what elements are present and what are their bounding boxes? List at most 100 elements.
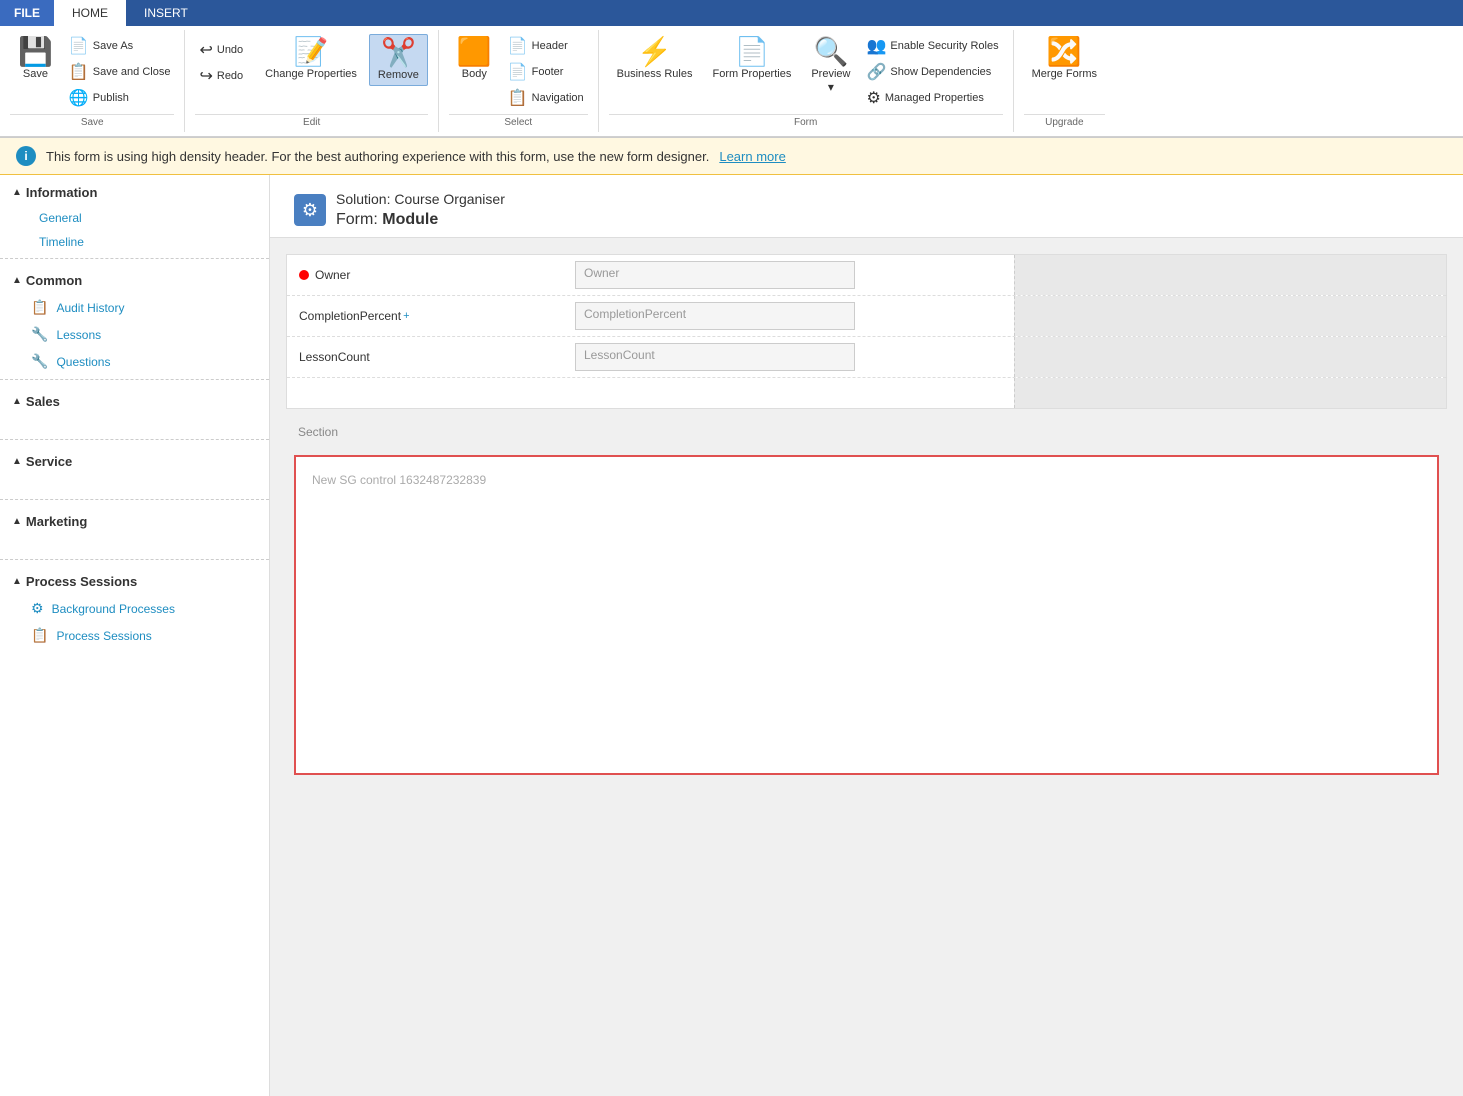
sidebar-item-background-processes[interactable]: ⚙ Background Processes <box>0 595 269 622</box>
solution-gear-icon: ⚙ <box>294 194 326 226</box>
info-message: This form is using high density header. … <box>46 149 709 164</box>
lessons-icon: 🔧 <box>31 326 48 343</box>
completion-label-cell: CompletionPercent + <box>287 296 567 336</box>
empty-extra <box>1014 378 1446 408</box>
marketing-empty <box>0 535 269 555</box>
show-dependencies-button[interactable]: 🔗 Show Dependencies <box>862 60 1002 84</box>
body-button[interactable]: 🟧 Body <box>449 34 500 84</box>
undo-button[interactable]: ↩ Undo <box>195 38 247 62</box>
sidebar-item-general[interactable]: General <box>0 206 269 230</box>
body-icon: 🟧 <box>457 38 492 66</box>
remove-label: Remove <box>378 69 419 81</box>
sidebar-section-information: Information General Timeline <box>0 175 269 254</box>
lessoncount-field[interactable]: LessonCount <box>575 343 855 371</box>
dependencies-icon: 🔗 <box>866 62 886 82</box>
form-canvas: Owner Owner CompletionPercent + Completi… <box>270 238 1463 799</box>
questions-icon: 🔧 <box>31 353 48 370</box>
enable-security-roles-button[interactable]: 👥 Enable Security Roles <box>862 34 1002 58</box>
sidebar-section-common-header[interactable]: Common <box>0 263 269 294</box>
remove-icon: ✂️ <box>381 39 416 67</box>
upgrade-group-items: 🔀 Merge Forms <box>1024 34 1105 110</box>
divider-1 <box>0 258 269 259</box>
header-button[interactable]: 📄 Header <box>504 34 588 58</box>
tab-home[interactable]: HOME <box>54 0 126 26</box>
audit-history-icon: 📋 <box>31 299 48 316</box>
merge-forms-icon: 🔀 <box>1047 38 1082 66</box>
form-solution-row: ⚙ Solution: Course Organiser Form: Modul… <box>294 191 1439 229</box>
service-empty <box>0 475 269 495</box>
save-as-button[interactable]: 📄 Save As <box>65 34 175 58</box>
sidebar-section-service-header[interactable]: Service <box>0 444 269 475</box>
tab-file[interactable]: FILE <box>0 0 54 26</box>
navigation-button[interactable]: 📋 Navigation <box>504 86 588 110</box>
form-properties-button[interactable]: 📄 Form Properties <box>704 34 799 84</box>
ps-icon: 📋 <box>31 627 48 644</box>
change-properties-button[interactable]: 📝 Change Properties <box>257 34 365 84</box>
form-solution-text: Solution: Course Organiser Form: Module <box>336 191 505 229</box>
dependencies-label: Show Dependencies <box>890 66 991 78</box>
timeline-label: Timeline <box>39 235 84 249</box>
sidebar-section-sales-header[interactable]: Sales <box>0 384 269 415</box>
section-placeholder-text: New SG control 1632487232839 <box>312 473 486 487</box>
preview-icon: 🔍 <box>813 38 848 66</box>
save-and-close-button[interactable]: 📋 Save and Close <box>65 60 175 84</box>
section-label: Section <box>286 417 1447 447</box>
header-footer-nav-group: 📄 Header 📄 Footer 📋 Navigation <box>504 34 588 110</box>
table-row: CompletionPercent + CompletionPercent <box>287 296 1446 337</box>
owner-label-cell: Owner <box>287 255 567 295</box>
sidebar-section-marketing-header[interactable]: Marketing <box>0 504 269 535</box>
ribbon-group-select: 🟧 Body 📄 Header 📄 Footer 📋 Navigation <box>439 30 599 132</box>
redo-button[interactable]: ↪ Redo <box>195 64 247 88</box>
form-props-label: Form Properties <box>712 68 791 80</box>
save-small-group: 📄 Save As 📋 Save and Close 🌐 Publish <box>65 34 175 110</box>
sidebar-item-audit-history[interactable]: 📋 Audit History <box>0 294 269 321</box>
sidebar-section-ps-header[interactable]: Process Sessions <box>0 564 269 595</box>
merge-forms-button[interactable]: 🔀 Merge Forms <box>1024 34 1105 84</box>
tab-insert[interactable]: INSERT <box>126 0 206 26</box>
publish-button[interactable]: 🌐 Publish <box>65 86 175 110</box>
managed-properties-button[interactable]: ⚙ Managed Properties <box>862 86 1002 110</box>
save-icon: 💾 <box>18 38 53 66</box>
form-fields-section: Owner Owner CompletionPercent + Completi… <box>286 254 1447 409</box>
security-managed-group: 👥 Enable Security Roles 🔗 Show Dependenc… <box>862 34 1002 110</box>
ribbon-group-save: 💾 Save 📄 Save As 📋 Save and Close 🌐 Publ… <box>0 30 185 132</box>
sidebar-item-timeline[interactable]: Timeline <box>0 230 269 254</box>
sidebar-section-information-header[interactable]: Information <box>0 175 269 206</box>
bg-processes-label: Background Processes <box>52 602 175 616</box>
sidebar-item-questions[interactable]: 🔧 Questions <box>0 348 269 375</box>
change-props-icon: 📝 <box>294 38 329 66</box>
completion-field[interactable]: CompletionPercent <box>575 302 855 330</box>
undo-icon: ↩ <box>199 40 212 60</box>
footer-button[interactable]: 📄 Footer <box>504 60 588 84</box>
info-bar: i This form is using high density header… <box>0 138 1463 175</box>
header-icon: 📄 <box>508 36 528 56</box>
save-button[interactable]: 💾 Save <box>10 34 61 84</box>
form-label-text: Form: <box>336 211 378 228</box>
completion-extra-cell <box>1014 296 1446 336</box>
sales-empty <box>0 415 269 435</box>
sidebar-item-lessons[interactable]: 🔧 Lessons <box>0 321 269 348</box>
remove-button[interactable]: ✂️ Remove <box>369 34 428 86</box>
sidebar-item-process-sessions[interactable]: 📋 Process Sessions <box>0 622 269 649</box>
select-group-label: Select <box>449 114 588 128</box>
owner-field[interactable]: Owner <box>575 261 855 289</box>
divider-5 <box>0 559 269 560</box>
table-row: LessonCount LessonCount <box>287 337 1446 378</box>
solution-label: Solution: Course Organiser <box>336 191 505 207</box>
form-name-row: Form: Module <box>336 211 505 229</box>
section-container[interactable]: New SG control 1632487232839 <box>294 455 1439 775</box>
form-name-text: Module <box>382 211 438 228</box>
redo-icon: ↪ <box>199 66 212 86</box>
lessoncount-extra-cell <box>1014 337 1446 377</box>
ps-label: Process Sessions <box>56 629 151 643</box>
sidebar-section-process-sessions: Process Sessions ⚙ Background Processes … <box>0 564 269 649</box>
info-icon: i <box>16 146 36 166</box>
preview-button[interactable]: 🔍 Preview ▾ <box>803 34 858 98</box>
merge-forms-label: Merge Forms <box>1032 68 1097 80</box>
lessoncount-field-cell: LessonCount <box>567 337 1014 377</box>
lessoncount-label-cell: LessonCount <box>287 337 567 377</box>
divider-2 <box>0 379 269 380</box>
learn-more-link[interactable]: Learn more <box>719 149 785 164</box>
form-header: ⚙ Solution: Course Organiser Form: Modul… <box>270 175 1463 238</box>
business-rules-button[interactable]: ⚡ Business Rules <box>609 34 701 84</box>
